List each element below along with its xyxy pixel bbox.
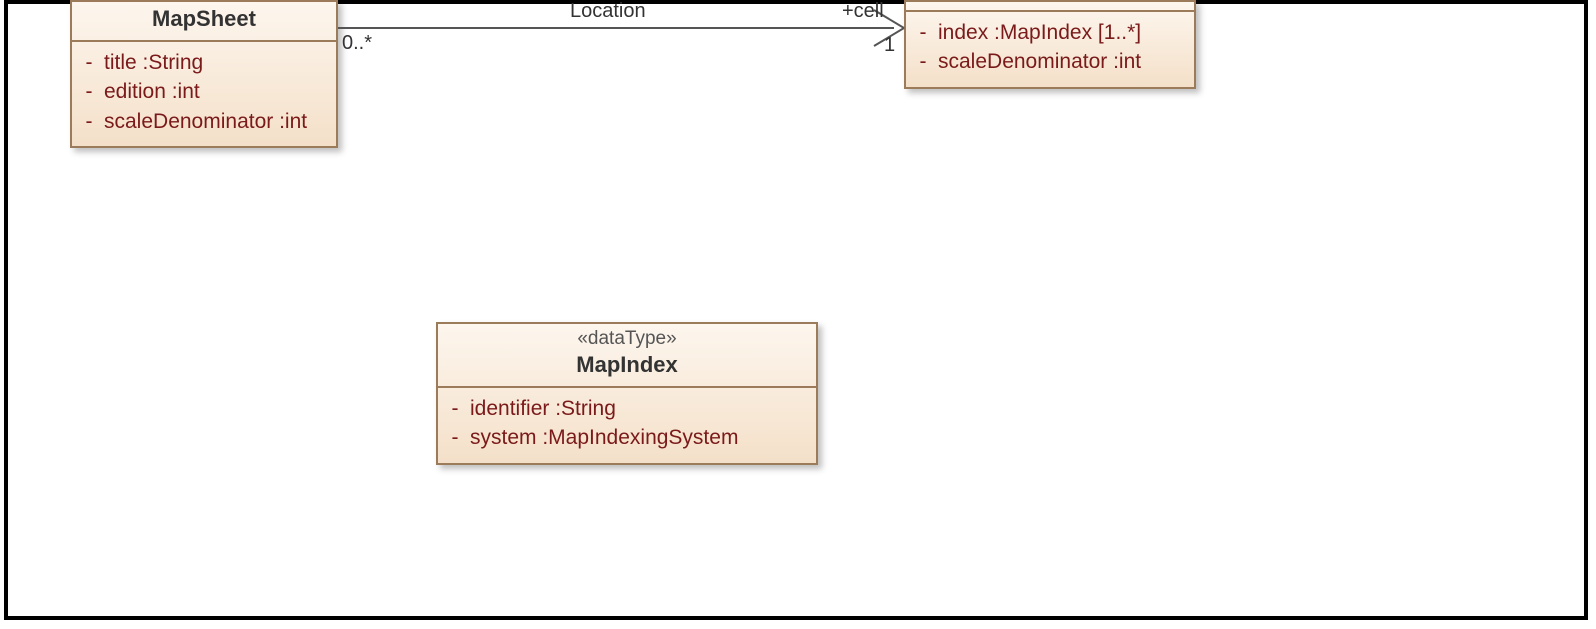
class-right-header-cropped — [906, 2, 1194, 12]
attribute-text: title :String — [104, 48, 203, 77]
attribute-row: - identifier :String — [446, 394, 808, 423]
visibility-marker: - — [80, 77, 98, 106]
visibility-marker: - — [446, 394, 464, 423]
attribute-row: - index :MapIndex [1..*] — [914, 18, 1186, 47]
attribute-row: - edition :int — [80, 77, 328, 106]
visibility-marker: - — [914, 18, 932, 47]
attribute-text: edition :int — [104, 77, 200, 106]
class-right-body: - index :MapIndex [1..*] - scaleDenomina… — [906, 12, 1194, 87]
class-mapindex-body: - identifier :String - system :MapIndexi… — [438, 388, 816, 463]
visibility-marker: - — [80, 48, 98, 77]
association-line — [338, 27, 894, 29]
attribute-row: - system :MapIndexingSystem — [446, 423, 808, 452]
visibility-marker: - — [446, 423, 464, 452]
class-mapindex[interactable]: «dataType» MapIndex - identifier :String… — [436, 322, 818, 465]
attribute-text: index :MapIndex [1..*] — [938, 18, 1141, 47]
association-role: +cell — [842, 0, 884, 23]
class-mapsheet-title: MapSheet — [72, 2, 336, 42]
class-mapindex-header: «dataType» MapIndex — [438, 324, 816, 388]
attribute-row: - scaleDenominator :int — [80, 107, 328, 136]
multiplicity-right: 1 — [884, 34, 895, 57]
class-mapindex-title: MapIndex — [576, 352, 677, 377]
attribute-row: - title :String — [80, 48, 328, 77]
visibility-marker: - — [914, 47, 932, 76]
class-right[interactable]: - index :MapIndex [1..*] - scaleDenomina… — [904, 0, 1196, 89]
class-mapsheet-body: - title :String - edition :int - scaleDe… — [72, 42, 336, 146]
association-name: Location — [570, 0, 646, 23]
visibility-marker: - — [80, 107, 98, 136]
class-mapsheet[interactable]: MapSheet - title :String - edition :int … — [70, 0, 338, 148]
attribute-text: scaleDenominator :int — [938, 47, 1141, 76]
attribute-text: scaleDenominator :int — [104, 107, 307, 136]
stereotype-label: «dataType» — [444, 328, 810, 350]
attribute-row: - scaleDenominator :int — [914, 47, 1186, 76]
attribute-text: identifier :String — [470, 394, 616, 423]
attribute-text: system :MapIndexingSystem — [470, 423, 738, 452]
multiplicity-left: 0..* — [342, 32, 372, 55]
